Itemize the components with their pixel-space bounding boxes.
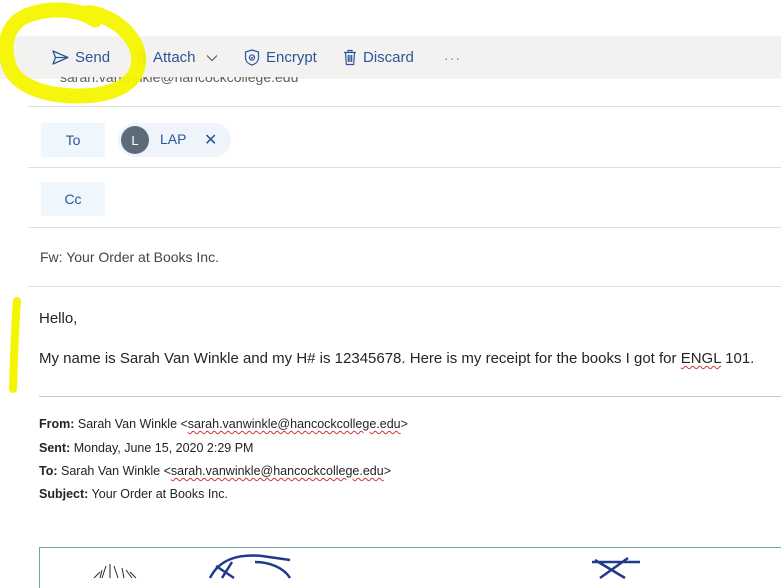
forwarded-from-email[interactable]: sarah.vanwinkle@hancockcollege.edu — [188, 417, 401, 431]
sunburst-logo — [93, 564, 137, 579]
send-button[interactable]: Send — [52, 36, 110, 79]
divider — [28, 286, 781, 287]
bracket: > — [400, 417, 408, 431]
x-logo — [592, 556, 640, 580]
divider — [28, 106, 781, 107]
discard-label: Discard — [363, 49, 414, 66]
avatar: L — [121, 126, 149, 154]
receipt-image — [39, 547, 781, 588]
trash-icon — [344, 49, 356, 66]
more-options-button[interactable]: ··· — [444, 36, 461, 79]
attach-label: Attach — [153, 49, 196, 66]
spellcheck-flagged-word[interactable]: ENGL — [681, 350, 721, 367]
recipient-chip[interactable]: L LAP ✕ — [118, 123, 231, 157]
encrypt-label: Encrypt — [266, 49, 317, 66]
forwarded-to-name: Sarah Van Winkle < — [57, 464, 171, 478]
forwarded-sent-label: Sent: — [39, 441, 71, 455]
cc-button[interactable]: Cc — [41, 182, 105, 216]
attach-button[interactable]: Attach — [137, 36, 218, 79]
to-label: To — [65, 132, 81, 148]
subject-field[interactable]: Fw: Your Order at Books Inc. — [40, 249, 219, 265]
forwarded-subject: Subject: Your Order at Books Inc. — [39, 487, 228, 501]
forwarded-from-name: Sarah Van Winkle < — [74, 417, 188, 431]
forwarded-subject-value: Your Order at Books Inc. — [88, 487, 228, 501]
close-icon[interactable]: ✕ — [204, 130, 217, 150]
receipt-logos — [93, 554, 640, 580]
from-address: sarah.vanwinkle@hancockcollege.edu — [60, 77, 299, 85]
send-label: Send — [75, 49, 111, 66]
shield-icon — [244, 49, 260, 66]
to-button[interactable]: To — [41, 123, 105, 157]
recipient-name: LAP — [160, 131, 187, 147]
from-field: sarah.vanwinkle@hancockcollege.edu — [60, 77, 400, 89]
cc-label: Cc — [64, 191, 82, 207]
forwarded-to: To: Sarah Van Winkle <sarah.vanwinkle@ha… — [39, 464, 391, 478]
forwarded-sent-value: Monday, June 15, 2020 2:29 PM — [70, 441, 254, 455]
body-paragraph[interactable]: My name is Sarah Van Winkle and my H# is… — [39, 350, 754, 367]
paperclip-icon — [138, 50, 146, 65]
forwarded-from-label: From: — [39, 417, 75, 431]
command-toolbar: Send Attach Encrypt Discard ··· — [0, 36, 781, 79]
highlight-line-annotation — [9, 297, 21, 393]
divider — [28, 167, 781, 168]
forward-separator — [39, 396, 781, 397]
shield-logo — [208, 554, 292, 580]
forwarded-to-label: To: — [39, 464, 58, 478]
forwarded-subject-label: Subject: — [39, 487, 89, 501]
bracket: > — [383, 464, 392, 478]
body-text-end: 101. — [720, 350, 755, 367]
send-icon — [52, 50, 69, 65]
encrypt-button[interactable]: Encrypt — [244, 36, 317, 79]
body-greeting[interactable]: Hello, — [39, 310, 77, 327]
forwarded-from: From: Sarah Van Winkle <sarah.vanwinkle@… — [39, 417, 408, 431]
avatar-initial: L — [131, 132, 139, 148]
chevron-down-icon[interactable] — [206, 54, 218, 62]
ellipsis-icon: ··· — [444, 49, 461, 66]
divider — [28, 227, 781, 228]
forwarded-sent: Sent: Monday, June 15, 2020 2:29 PM — [39, 441, 253, 455]
discard-button[interactable]: Discard — [343, 36, 414, 79]
body-text: My name is Sarah Van Winkle and my H# is… — [39, 350, 681, 367]
forwarded-to-email[interactable]: sarah.vanwinkle@hancockcollege.edu — [171, 464, 384, 478]
